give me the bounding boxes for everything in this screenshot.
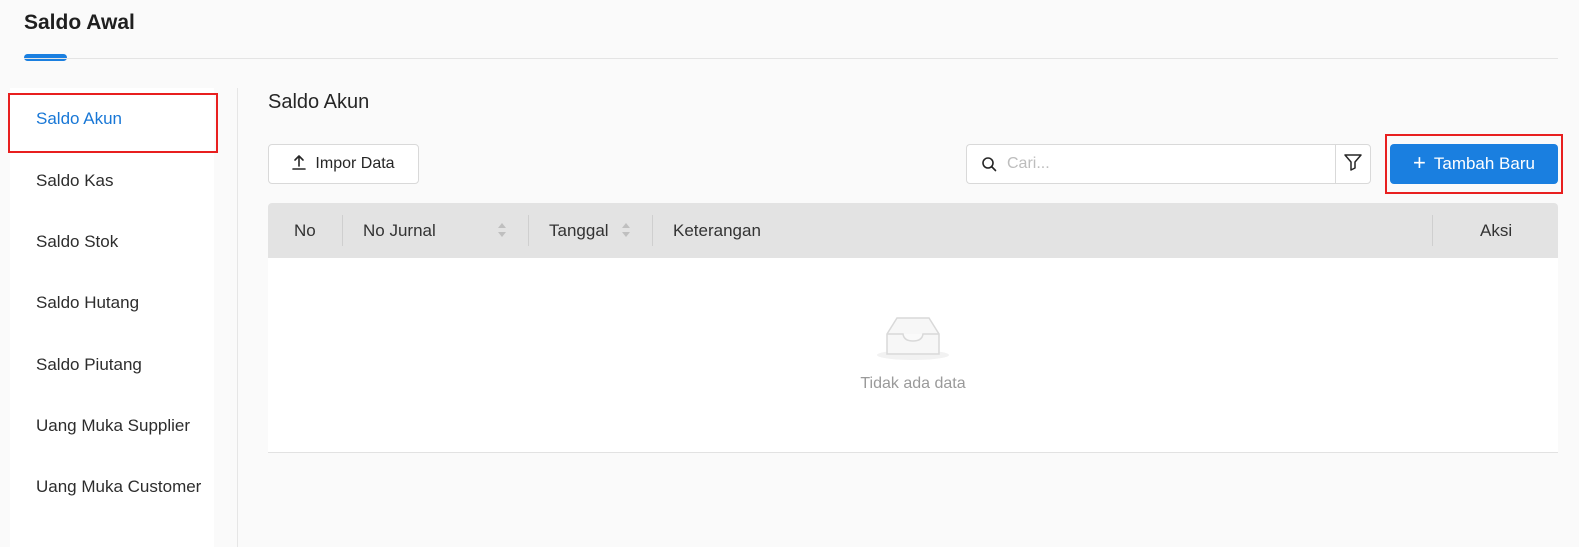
table-body: Tidak ada data [268,258,1558,453]
column-separator [342,215,343,246]
sidebar-item-label: Saldo Hutang [36,293,140,312]
page-title: Saldo Awal [24,11,135,34]
upload-icon [292,154,307,175]
sort-icon[interactable] [497,222,507,238]
sidebar-item-label: Uang Muka Supplier [36,416,191,435]
sidebar-item-saldo-stok[interactable]: Saldo Stok [10,214,214,270]
sidebar-item-label: Saldo Kas [36,171,114,190]
section-title: Saldo Akun [268,91,370,113]
sidebar-divider [237,88,238,547]
empty-inbox-icon [877,317,949,360]
sidebar-menu: Saldo Akun Saldo Kas Saldo Stok Saldo Hu… [8,88,218,547]
sidebar-item-uang-muka-supplier[interactable]: Uang Muka Supplier [10,398,214,454]
import-data-label: Impor Data [315,155,395,172]
sidebar-item-label: Uang Muka Customer [36,477,202,496]
column-header-tanggal[interactable]: Tanggal [549,203,609,258]
sidebar-item-uang-muka-customer[interactable]: Uang Muka Customer [10,459,214,515]
filter-icon [1343,152,1363,177]
sidebar-item-saldo-kas[interactable]: Saldo Kas [10,153,214,209]
column-header-no: No [294,220,316,240]
add-new-button[interactable]: + Tambah Baru [1390,144,1558,184]
column-separator [528,215,529,246]
plus-icon: + [1413,150,1426,175]
import-data-button[interactable]: Impor Data [268,144,419,184]
sidebar-item-label: Saldo Akun [36,109,123,128]
filter-button[interactable] [1335,144,1371,184]
page: Saldo Awal Saldo Akun Saldo Kas Saldo St… [0,0,1579,547]
search-box [966,144,1336,184]
column-header-no-jurnal[interactable]: No Jurnal [363,203,436,258]
sort-icon[interactable] [621,222,631,238]
sidebar-item-saldo-akun[interactable]: Saldo Akun [8,91,218,153]
header-divider [24,58,1558,59]
search-icon [981,156,997,172]
sidebar-item-saldo-hutang[interactable]: Saldo Hutang [10,275,214,331]
sidebar-item-saldo-piutang[interactable]: Saldo Piutang [10,337,214,393]
column-separator [652,215,653,246]
sidebar-item-label: Saldo Stok [36,232,119,251]
sidebar-item-label: Saldo Piutang [36,355,142,374]
empty-state-text: Tidak ada data [860,375,966,392]
column-separator [1432,215,1433,246]
add-new-label: Tambah Baru [1433,154,1535,173]
column-header-keterangan: Keterangan [673,220,761,240]
search-input[interactable] [1005,154,1325,174]
column-header-aksi: Aksi [1480,220,1513,240]
table-header: No No Jurnal Tanggal Keterangan Aksi [268,203,1558,258]
